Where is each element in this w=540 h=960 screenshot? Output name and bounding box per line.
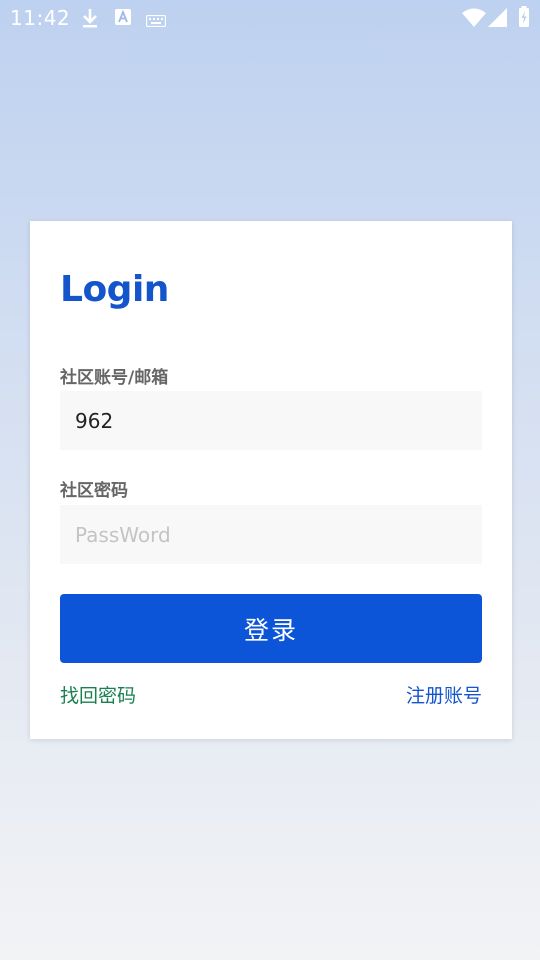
status-bar: 11:42: [0, 0, 540, 36]
download-icon: [80, 7, 100, 33]
password-input[interactable]: [60, 505, 482, 564]
forgot-password-link[interactable]: 找回密码: [60, 681, 136, 708]
account-label: 社区账号/邮箱: [60, 368, 169, 388]
login-card: Login 社区账号/邮箱 社区密码 登录 找回密码 注册账号: [30, 221, 512, 739]
password-label: 社区密码: [60, 481, 128, 501]
wifi-icon: [462, 8, 486, 32]
a-icon: [115, 9, 131, 29]
keyboard-icon: [145, 12, 167, 31]
register-link[interactable]: 注册账号: [406, 681, 482, 708]
battery-icon: [518, 6, 530, 32]
page-title: Login: [60, 269, 169, 310]
status-time: 11:42: [10, 6, 71, 30]
login-button[interactable]: 登录: [60, 594, 482, 663]
account-input[interactable]: [60, 391, 482, 450]
signal-icon: [488, 8, 508, 32]
